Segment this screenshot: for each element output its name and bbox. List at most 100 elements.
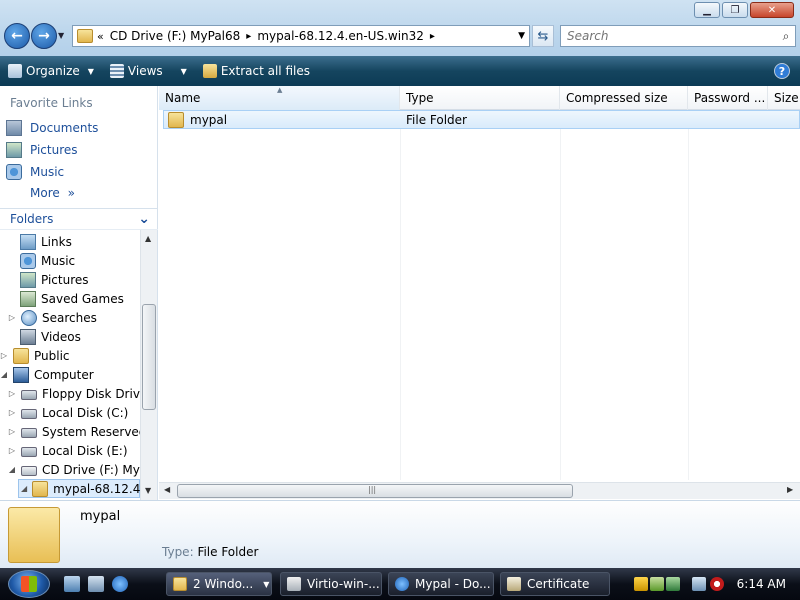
recent-pages-dropdown[interactable]: ▼ [58,31,64,40]
tree-item-mypal-folder[interactable]: ◢ mypal-68.12.4.er [18,479,140,498]
favorite-documents[interactable]: Documents [6,120,98,136]
expand-icon[interactable]: ▷ [8,427,16,436]
taskbar-item-certificate[interactable]: Certificate [500,572,610,596]
search-input[interactable] [561,29,777,43]
show-desktop-icon[interactable] [64,576,80,592]
expand-icon[interactable]: ▷ [8,313,16,322]
tree-item-computer[interactable]: ◢ Computer [0,365,94,384]
expand-icon[interactable]: ▷ [0,351,8,360]
column-label: Password ... [694,91,766,105]
network-icon[interactable] [692,577,706,591]
tree-item-searches[interactable]: ▷ Searches [8,308,97,327]
close-button[interactable]: ✕ [750,2,794,18]
window-controls: ▁ ❐ ✕ [694,2,794,18]
tree-item-floppy[interactable]: ▷ Floppy Disk Drive ( [8,384,140,403]
expand-icon[interactable]: ▷ [8,446,16,455]
pictures-icon [6,142,22,158]
scroll-up-icon[interactable]: ▲ [145,234,151,243]
switch-windows-icon[interactable] [88,576,104,592]
breadcrumb-separator-icon[interactable]: ▸ [430,31,435,42]
forward-button[interactable]: → [31,23,57,49]
extract-all-button[interactable]: Extract all files [195,56,318,86]
collapse-icon[interactable]: ◢ [0,370,8,379]
column-label: Name [165,91,201,105]
tree-item-pictures[interactable]: Pictures [20,270,89,289]
tree-item-public[interactable]: ▷ Public [0,346,70,365]
details-pane: mypal Type: File Folder [0,500,800,568]
column-label: Type [406,91,434,105]
more-links-button[interactable]: More » [30,186,75,200]
folders-header[interactable]: Folders ⌄ [0,208,158,230]
music-icon [20,252,36,269]
scroll-left-icon[interactable]: ◀ [164,485,170,494]
pictures-icon [20,271,36,288]
expand-icon[interactable]: ▷ [8,408,16,417]
refresh-button[interactable]: ⇆ [532,25,554,47]
tree-item-saved-games[interactable]: Saved Games [20,289,124,308]
scroll-right-icon[interactable]: ▶ [787,485,793,494]
scrollbar-thumb[interactable]: ||| [177,484,573,498]
task-label: Certificate [527,577,590,591]
maximize-button[interactable]: ❐ [722,2,748,18]
column-header-password[interactable]: Password ... [688,86,768,110]
collapse-icon[interactable]: ◢ [21,484,27,493]
column-header-compressed-size[interactable]: Compressed size [560,86,688,110]
favorite-pictures[interactable]: Pictures [6,142,78,158]
back-arrow-icon: ← [11,28,23,44]
breadcrumb-overflow[interactable]: « [97,30,104,43]
taskbar: 2 Windo... ▼ Virtio-win-... Mypal - Do..… [0,568,800,600]
internet-explorer-icon[interactable] [112,576,128,592]
tree-item-cd-drive[interactable]: ◢ CD Drive (F:) MyPa [8,460,140,479]
favorite-music[interactable]: Music [6,164,64,180]
collapse-icon[interactable]: ◢ [8,465,16,474]
start-button[interactable] [8,570,50,598]
organize-label: Organize [26,64,80,78]
taskbar-item-mypal[interactable]: Mypal - Do... [388,572,494,596]
breadcrumb-separator-icon[interactable]: ▸ [246,31,251,42]
back-button[interactable]: ← [4,23,30,49]
search-box: ⌕ [560,25,796,47]
tree-item-links[interactable]: Links [20,232,72,251]
task-label: Mypal - Do... [415,577,491,591]
tree-scrollbar[interactable]: ▲ ▼ [140,230,157,500]
taskbar-item-virtio[interactable]: Virtio-win-... [280,572,382,596]
volume-muted-icon[interactable] [710,577,724,591]
folder-icon [77,29,93,43]
tree-item-local-disk-c[interactable]: ▷ Local Disk (C:) [8,403,128,422]
column-header-size[interactable]: Size [768,86,800,110]
search-icon[interactable]: ⌕ [777,29,795,44]
scrollbar-thumb[interactable] [142,304,156,410]
address-dropdown-icon[interactable]: ▼ [518,31,525,41]
file-name-cell: mypal [168,111,227,128]
taskbar-item-explorer-group[interactable]: 2 Windo... ▼ [166,572,272,596]
window-icon [287,577,301,591]
searches-icon [21,309,37,326]
address-bar[interactable]: « CD Drive (F:) MyPal68 ▸ mypal-68.12.4.… [72,25,530,47]
windows-defender-icon[interactable] [650,577,664,591]
tree-item-music[interactable]: Music [20,251,75,270]
column-headers: Name ▲ Type Compressed size Password ...… [159,86,800,110]
scroll-down-icon[interactable]: ▼ [145,486,151,495]
breadcrumb-cd-drive[interactable]: CD Drive (F:) MyPal68 [110,29,241,43]
expand-icon[interactable]: ▷ [8,389,16,398]
file-row[interactable]: mypal File Folder [163,110,800,129]
security-shield-icon[interactable] [634,577,648,591]
views-button[interactable]: Views ▼ [102,56,195,86]
help-button[interactable]: ? [774,63,790,79]
minimize-button[interactable]: ▁ [694,2,720,18]
folders-title: Folders [10,212,54,226]
breadcrumb-mypal-folder[interactable]: mypal-68.12.4.en-US.win32 [257,29,424,43]
horizontal-scrollbar[interactable]: ◀ ||| ▶ [159,482,800,499]
organize-button[interactable]: Organize ▼ [0,56,102,86]
tree-item-system-reserved[interactable]: ▷ System Reserved (I [8,422,140,441]
forward-arrow-icon: → [38,28,50,44]
column-header-type[interactable]: Type [400,86,560,110]
drive-icon [21,447,37,457]
tree-item-label: Public [34,348,70,363]
favorite-label: Music [30,165,65,179]
views-icon [109,64,124,78]
tree-item-videos[interactable]: Videos [20,327,81,346]
clock[interactable]: 6:14 AM [737,577,786,591]
update-icon[interactable] [666,577,680,591]
tree-item-local-disk-e[interactable]: ▷ Local Disk (E:) [8,441,128,460]
